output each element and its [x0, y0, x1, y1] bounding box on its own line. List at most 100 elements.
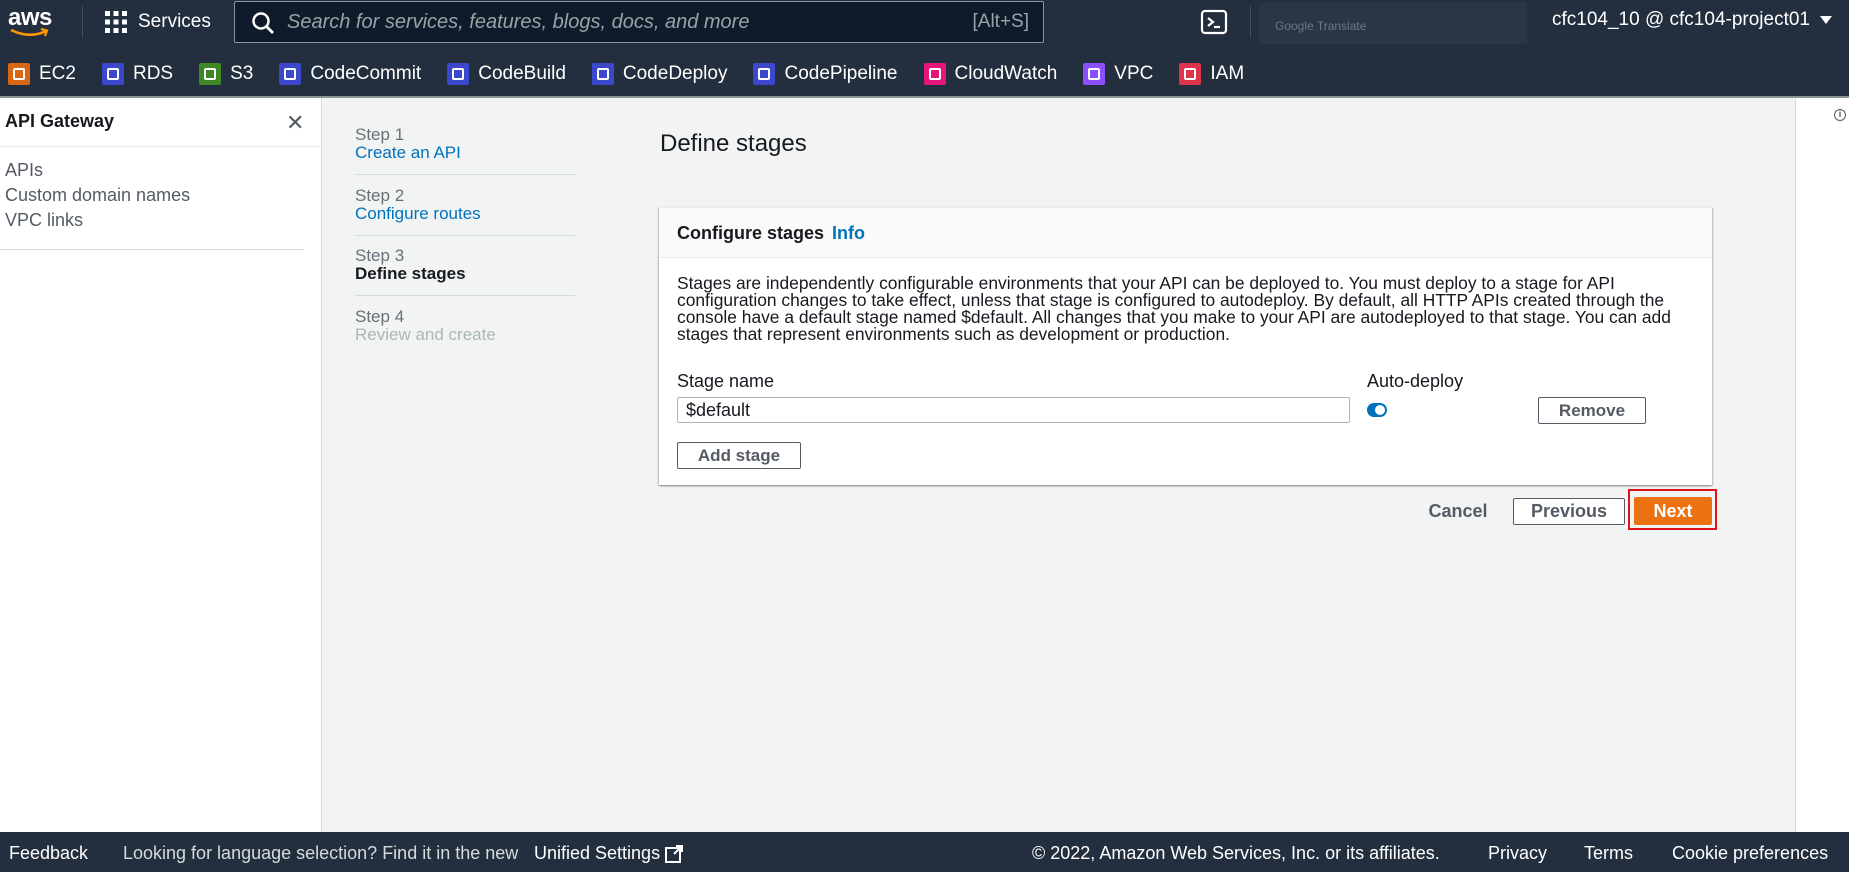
nav-divider [1250, 6, 1251, 38]
step-current-define-stages: Define stages [355, 264, 466, 283]
step-number: Step 2 [355, 186, 405, 205]
search-shortcut: [Alt+S] [972, 11, 1030, 32]
panel-header: Configure stages Info [659, 208, 1712, 258]
copyright-text: © 2022, Amazon Web Services, Inc. or its… [1032, 843, 1440, 863]
favorite-codecommit[interactable]: CodeCommit [279, 63, 421, 85]
feedback-link[interactable]: Feedback [9, 843, 88, 864]
codebuild-service-icon [447, 63, 470, 85]
divider [0, 249, 304, 250]
help-panel-rail: i [1795, 98, 1849, 832]
cloudshell-button[interactable] [1200, 8, 1228, 36]
favorite-label: CodeCommit [310, 63, 422, 84]
cloudwatch-service-icon [923, 63, 946, 85]
aws-logo[interactable]: aws [8, 6, 58, 38]
favorite-codebuild[interactable]: CodeBuild [447, 63, 566, 85]
wizard-step-3: Step 3 Define stages [355, 247, 575, 283]
services-label: Services [138, 11, 211, 32]
stage-name-input[interactable] [677, 397, 1350, 423]
favorite-codedeploy[interactable]: CodeDeploy [591, 63, 728, 85]
divider [0, 146, 322, 147]
terms-link[interactable]: Terms [1584, 843, 1633, 864]
favorite-cloudwatch[interactable]: CloudWatch [923, 63, 1058, 85]
favorite-label: EC2 [39, 63, 76, 84]
info-icon[interactable]: i [1834, 109, 1846, 121]
wizard-step-1: Step 1 Create an API [355, 126, 575, 162]
account-label: cfc104_10 @ cfc104-project01 [1552, 9, 1810, 30]
step-number: Step 4 [355, 307, 405, 326]
info-link[interactable]: Info [832, 223, 865, 244]
cancel-button[interactable]: Cancel [1418, 498, 1498, 525]
previous-button[interactable]: Previous [1513, 498, 1625, 525]
google-translate-widget[interactable]: Google Translate [1259, 2, 1527, 49]
panel-title: Configure stages [677, 223, 825, 243]
favorite-label: VPC [1114, 63, 1154, 84]
page-title: Define stages [660, 130, 807, 157]
aws-smile-icon [10, 28, 49, 37]
favorite-label: IAM [1210, 63, 1245, 84]
favorite-label: CodeDeploy [622, 63, 728, 84]
favorite-vpc[interactable]: VPC [1083, 63, 1153, 85]
step-link-configure-routes[interactable]: Configure routes [355, 205, 575, 223]
sidenav-title[interactable]: API Gateway [5, 111, 114, 132]
add-stage-button[interactable]: Add stage [677, 442, 801, 469]
step-divider [355, 174, 575, 175]
wizard-step-2: Step 2 Configure routes [355, 187, 575, 223]
step-number: Step 1 [355, 125, 405, 144]
s3-service-icon [199, 63, 222, 85]
language-prompt: Looking for language selection? Find it … [123, 843, 519, 863]
sidenav-item-apis[interactable]: APIs [5, 158, 190, 183]
close-icon[interactable]: ✕ [286, 110, 304, 136]
step-review-and-create: Review and create [355, 325, 496, 344]
search-placeholder: Search for services, features, blogs, do… [287, 10, 750, 33]
favorite-ec2[interactable]: EC2 [8, 63, 76, 85]
favorite-s3[interactable]: S3 [199, 63, 253, 85]
sidenav-item-custom-domain-names[interactable]: Custom domain names [5, 183, 190, 208]
nav-divider [82, 6, 83, 38]
ec2-service-icon [8, 63, 30, 85]
step-number: Step 3 [355, 246, 405, 265]
account-menu-button[interactable]: cfc104_10 @ cfc104-project01 [1552, 9, 1832, 31]
unified-settings-label: Unified Settings [534, 843, 661, 863]
unified-settings-link[interactable]: Unified Settings [534, 843, 684, 864]
side-navigation: API Gateway ✕ APIs Custom domain names V… [0, 98, 322, 832]
google-translate-label: Google Translate [1275, 18, 1367, 33]
auto-deploy-label: Auto-deploy [1367, 371, 1464, 391]
grid-icon [105, 11, 127, 33]
codedeploy-service-icon [591, 63, 614, 85]
favorite-codepipeline[interactable]: CodePipeline [753, 63, 898, 85]
favorite-label: RDS [132, 63, 174, 84]
favorite-iam[interactable]: IAM [1179, 63, 1244, 85]
favorite-label: CodePipeline [784, 63, 898, 84]
cloudshell-icon [1200, 9, 1228, 35]
wizard-step-4: Step 4 Review and create [355, 308, 575, 344]
top-navigation-bar: aws Services Search for services, featur… [0, 0, 1849, 49]
favorite-rds[interactable]: RDS [101, 63, 174, 85]
sidenav-item-vpc-links[interactable]: VPC links [5, 208, 190, 233]
privacy-link[interactable]: Privacy [1488, 843, 1547, 864]
step-divider [355, 295, 575, 296]
cookie-preferences-link[interactable]: Cookie preferences [1672, 843, 1828, 864]
vpc-service-icon [1083, 63, 1106, 85]
codecommit-service-icon [279, 63, 302, 85]
aws-logo-text: aws [8, 4, 52, 31]
step-divider [355, 235, 575, 236]
search-input[interactable]: Search for services, features, blogs, do… [234, 1, 1044, 43]
favorite-label: CloudWatch [954, 63, 1058, 84]
favorites-bar: EC2 RDS S3 CodeCommit CodeBuild CodeDeploy Cod… [0, 52, 1849, 96]
iam-service-icon [1179, 63, 1202, 85]
stage-name-label: Stage name [677, 371, 775, 391]
caret-down-icon [1820, 16, 1832, 24]
external-link-icon [665, 844, 684, 863]
remove-stage-button[interactable]: Remove [1538, 397, 1646, 424]
codepipeline-service-icon [753, 63, 776, 85]
configure-stages-panel: Configure stages Info Stages are indepen… [659, 207, 1712, 485]
favorite-label: CodeBuild [478, 63, 566, 84]
auto-deploy-toggle[interactable] [1367, 403, 1387, 417]
next-button[interactable]: Next [1634, 497, 1712, 525]
step-link-create-an-api[interactable]: Create an API [355, 144, 575, 162]
rds-service-icon [101, 63, 124, 85]
favorite-label: S3 [230, 63, 254, 84]
footer: Feedback Looking for language selection?… [0, 832, 1849, 872]
nav-spacer [0, 44, 1849, 52]
services-menu-button[interactable]: Services [104, 6, 211, 38]
